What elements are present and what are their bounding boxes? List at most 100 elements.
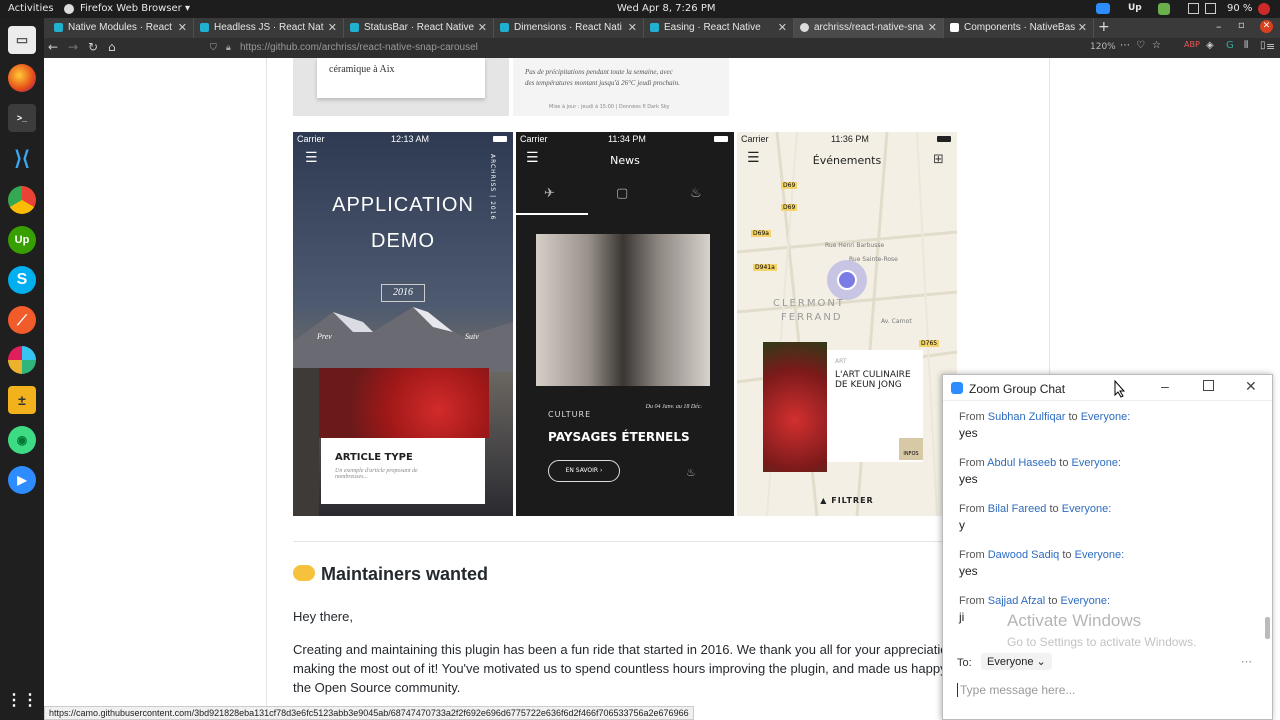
battery-label[interactable]: 90 % (1227, 3, 1252, 14)
extension-icon[interactable]: ◈ (1206, 40, 1214, 51)
network-icon[interactable] (1188, 3, 1199, 14)
android-studio-icon[interactable]: ◉ (8, 426, 36, 454)
text-cursor (957, 683, 958, 697)
maximize-window-icon[interactable]: ▫ (1238, 20, 1245, 31)
tab-indicator (516, 213, 588, 215)
recipient-dropdown[interactable]: Everyone ⌄ (981, 653, 1052, 670)
minimize-window-icon[interactable]: – (1216, 20, 1222, 33)
new-tab-icon[interactable]: + (1098, 19, 1110, 35)
clock[interactable]: Wed Apr 8, 7:26 PM (617, 3, 715, 14)
maximize-icon[interactable] (1203, 380, 1214, 391)
pocket-icon[interactable]: ♡ (1136, 40, 1145, 51)
close-tab-icon[interactable]: ✕ (328, 21, 337, 34)
terminal-icon[interactable]: >_ (8, 104, 36, 132)
volume-icon[interactable] (1205, 3, 1216, 14)
minimize-icon[interactable]: – (1161, 378, 1169, 394)
hamburger-menu-icon: ☰ (305, 150, 318, 166)
food-photo (763, 342, 827, 472)
filter-button: ▲ FILTRER (820, 496, 874, 505)
sender-name[interactable]: Subhan Zulfiqar (988, 411, 1066, 423)
date-label: Du 04 Janv. au 18 Déc. (645, 404, 702, 410)
sender-name[interactable]: Abdul Haseeb (987, 457, 1056, 469)
chrome-icon[interactable] (8, 186, 36, 214)
close-tab-icon[interactable]: ✕ (1078, 21, 1087, 34)
power-icon[interactable] (1258, 3, 1270, 15)
chat-scrollbar[interactable] (1265, 617, 1270, 639)
reload-icon[interactable]: ↻ (88, 40, 98, 54)
close-tab-icon[interactable]: ✕ (178, 21, 187, 34)
activation-watermark-sub: Go to Settings to activate Windows. (1007, 635, 1197, 649)
close-icon[interactable]: ✕ (1245, 378, 1257, 395)
sidebar-icon[interactable]: ▯ (1260, 40, 1266, 51)
more-options-icon[interactable]: ⋯ (1241, 655, 1252, 668)
menu-hamburger-icon[interactable]: ≡ (1266, 40, 1275, 53)
sender-name[interactable]: Sajjad Afzal (988, 595, 1045, 607)
event-card: ART L'ART CULINAIRE DE KEUN JONG INFOS (827, 350, 923, 462)
next-label: Suiv (465, 332, 479, 341)
close-tab-icon[interactable]: ✕ (478, 21, 487, 34)
page-actions-icon[interactable]: ⋯ (1120, 40, 1130, 51)
slack-tray-icon[interactable] (1158, 3, 1170, 15)
firefox-icon[interactable] (8, 64, 36, 92)
react-favicon-icon (54, 23, 63, 32)
bookmark-star-icon[interactable]: ☆ (1152, 40, 1161, 51)
tab-native-modules[interactable]: Native Modules · React ✕ (48, 18, 194, 38)
upwork-icon[interactable]: Up (8, 226, 36, 254)
zoom-chat-window[interactable]: Zoom Group Chat – ✕ From Subhan Zulfiqar… (942, 374, 1273, 720)
back-icon[interactable]: ← (48, 40, 58, 54)
tab-statusbar[interactable]: StatusBar · React Native ✕ (344, 18, 494, 38)
lock-icon: 🔒︎ (226, 42, 231, 52)
calculator-icon[interactable]: ± (8, 386, 36, 414)
section-heading: Maintainers wanted (321, 564, 489, 584)
chat-titlebar[interactable]: Zoom Group Chat – ✕ (943, 375, 1272, 401)
app-menu-button[interactable]: Firefox Web Browser ▾ (80, 3, 190, 14)
files-icon[interactable]: ▭ (8, 26, 36, 54)
readme-article: céramique à Aix Pas de précipitations pe… (266, 58, 1051, 720)
tab-dimensions[interactable]: Dimensions · React Nati ✕ (494, 18, 644, 38)
slack-icon[interactable] (8, 346, 36, 374)
paragraph-line-3: the Open Source community. (293, 680, 461, 695)
road-label: D69 (781, 204, 798, 211)
postman-icon[interactable]: ⟋ (8, 306, 36, 334)
library-icon[interactable]: ⫴ (1244, 40, 1248, 51)
upwork-tray-icon[interactable]: Up (1128, 3, 1142, 13)
address-bar[interactable]: ⛉ 🔒︎ https://github.com/archriss/react-n… (204, 40, 1124, 56)
message-input[interactable]: Type message here... (957, 681, 1257, 701)
close-window-icon[interactable]: ✕ (1260, 20, 1273, 33)
show-apps-icon[interactable]: ⋮⋮ (6, 686, 38, 714)
sender-name[interactable]: Dawood Sadiq (988, 549, 1060, 561)
activities-button[interactable]: Activities (8, 3, 54, 14)
demo-screenshot-application: Carrier 12:13 AM ☰ ARCHRISS | 2016 APPLI… (293, 132, 513, 516)
message-text: yes (959, 472, 978, 486)
street-label: Rue Henri Barbusse (825, 242, 885, 249)
grammarly-icon[interactable]: G (1226, 40, 1234, 51)
extension-abp-icon[interactable]: ABP (1184, 40, 1200, 49)
section-divider (293, 541, 1051, 542)
message-text: yes (959, 426, 978, 440)
category-label: CULTURE (548, 410, 592, 419)
zoom-icon[interactable]: ▶ (8, 466, 36, 494)
tab-easing[interactable]: Easing · React Native ✕ (644, 18, 794, 38)
headline: PAYSAGES ÉTERNELS (548, 430, 690, 444)
sender-name[interactable]: Bilal Fareed (988, 503, 1047, 515)
street-label: Av. Carnot (881, 318, 912, 325)
handshake-emoji-icon (293, 565, 315, 581)
tab-github-active[interactable]: archriss/react-native-sna ✕ (794, 18, 944, 38)
paragraph-line-1: Creating and maintaining this plugin has… (293, 642, 948, 657)
close-tab-icon[interactable]: ✕ (628, 21, 637, 34)
zoom-level[interactable]: 120% (1090, 42, 1116, 52)
map-pin-icon (837, 270, 857, 290)
skype-icon[interactable]: S (8, 266, 36, 294)
close-tab-icon[interactable]: ✕ (928, 21, 937, 34)
tab-nativebase[interactable]: Components · NativeBas ✕ (944, 18, 1094, 38)
home-icon[interactable]: ⌂ (108, 40, 116, 54)
tab-headless-js[interactable]: Headless JS · React Nat ✕ (194, 18, 344, 38)
road-label: D765 (919, 340, 940, 347)
preview-weather-meta: Mise à jour : jeudi à 15:00 | Données fl… (549, 104, 670, 110)
message-placeholder: Type message here... (960, 683, 1076, 697)
close-tab-icon[interactable]: ✕ (778, 21, 787, 34)
vscode-icon[interactable]: ⟩⟨ (8, 144, 36, 172)
message-text: y (959, 518, 965, 532)
forward-icon[interactable]: → (68, 40, 78, 54)
zoom-tray-icon[interactable] (1096, 3, 1110, 14)
